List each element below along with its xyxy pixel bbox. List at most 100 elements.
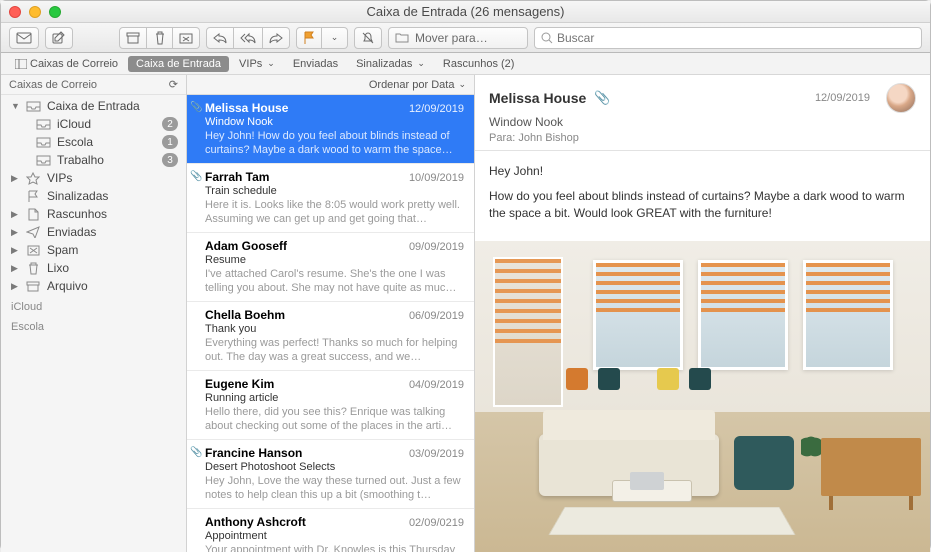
sender-avatar [886,83,916,113]
delete-button[interactable] [147,27,173,49]
sidebar-item-8[interactable]: ▶Spam [1,241,186,259]
favorites-bar: Caixas de Correio Caixa de Entrada VIPs⌄… [1,53,930,75]
compose-icon [52,31,66,45]
traffic-lights [9,6,61,18]
flag-button[interactable] [296,27,322,49]
get-mail-button[interactable] [9,27,39,49]
sort-header[interactable]: Ordenar por Data ⌄ [187,75,474,95]
archive-icon [126,32,140,44]
fav-vips[interactable]: VIPs⌄ [231,56,283,72]
sidebar-item-label: Caixa de Entrada [47,99,178,113]
reply-all-button[interactable] [234,27,263,49]
sidebar-item-7[interactable]: ▶Enviadas [1,223,186,241]
disclosure-triangle[interactable]: ▶ [11,227,19,238]
disclosure-triangle[interactable]: ▶ [11,281,19,292]
message-row[interactable]: Chella Boehm06/09/2019Thank youEverythin… [187,302,474,371]
sort-label: Ordenar por Data [369,79,455,91]
sidebar-item-1[interactable]: iCloud2 [1,115,186,133]
message-row[interactable]: Eugene Kim04/09/2019Running articleHello… [187,371,474,440]
move-to-select[interactable]: Mover para… [388,27,528,49]
sent-icon [25,225,41,239]
close-window-button[interactable] [9,6,21,18]
sidebar-icon [15,59,27,69]
sidebar-item-3[interactable]: Trabalho 3 [1,151,186,169]
message-subject: Desert Photoshoot Selects [205,461,464,473]
toolbar: ⌄ Mover para… [1,23,930,53]
message-row[interactable]: 📎Francine Hanson03/09/2019Desert Photosh… [187,440,474,509]
mute-button[interactable] [354,27,382,49]
message-date: 12/09/2019 [815,92,870,104]
inbox-icon [35,153,51,167]
sidebar-account-0[interactable]: iCloud [1,297,186,317]
message-from: Eugene Kim [205,377,274,391]
unread-badge: 3 [162,153,178,167]
search-field[interactable] [534,27,922,49]
move-to-label: Mover para… [415,31,488,45]
minimize-window-button[interactable] [29,6,41,18]
sidebar-item-label: Lixo [47,261,178,275]
main-content: Caixas de Correio ⟳ ▼Caixa de EntradaiCl… [1,75,930,552]
fav-sent[interactable]: Enviadas [285,56,346,72]
window-title: Caixa de Entrada (26 mensagens) [1,4,930,19]
flag-icon [303,31,315,45]
message-row[interactable]: Adam Gooseff09/09/2019ResumeI've attache… [187,233,474,302]
message-date: 03/09/2019 [409,448,464,460]
sidebar-item-9[interactable]: ▶ Lixo [1,259,186,277]
message-subject: Thank you [205,323,464,335]
flag-menu-button[interactable]: ⌄ [322,27,348,49]
message-row[interactable]: 📎Farrah Tam10/09/2019Train scheduleHere … [187,164,474,233]
message-subject: Running article [205,392,464,404]
fav-flagged[interactable]: Sinalizadas⌄ [348,56,433,72]
forward-button[interactable] [263,27,290,49]
sidebar-item-label: Trabalho [57,153,156,167]
archive-button[interactable] [119,27,147,49]
sidebar-item-2[interactable]: Escola1 [1,133,186,151]
chevron-down-icon: ⌄ [267,58,275,69]
message-row[interactable]: Anthony Ashcroft02/09/0219AppointmentYou… [187,509,474,552]
doc-icon [25,207,41,221]
message-body: Hey John! How do you feel about blinds i… [475,151,930,241]
unread-badge: 2 [162,117,178,131]
message-date: 09/09/2019 [409,241,464,253]
message-date: 02/09/0219 [409,517,464,529]
fav-drafts[interactable]: Rascunhos (2) [435,56,523,72]
sidebar-item-6[interactable]: ▶ Rascunhos [1,205,186,223]
disclosure-triangle[interactable]: ▶ [11,245,19,256]
sidebar-item-4[interactable]: ▶VIPs [1,169,186,187]
sidebar-item-10[interactable]: ▶ Arquivo [1,277,186,295]
message-subject: Appointment [205,530,464,542]
fav-inbox[interactable]: Caixa de Entrada [128,56,229,72]
reply-button[interactable] [206,27,234,49]
mailbox-sidebar: Caixas de Correio ⟳ ▼Caixa de EntradaiCl… [1,75,187,552]
sidebar-item-5[interactable]: Sinalizadas [1,187,186,205]
disclosure-triangle[interactable]: ▶ [11,173,19,184]
folder-icon [395,32,409,43]
sidebar-item-0[interactable]: ▼ Caixa de Entrada [1,97,186,115]
disclosure-triangle[interactable]: ▶ [11,209,19,220]
fav-mailboxes-toggle[interactable]: Caixas de Correio [7,56,126,72]
sync-icon[interactable]: ⟳ [169,78,178,91]
message-row[interactable]: 📎Melissa House12/09/2019Window NookHey J… [187,95,474,164]
compose-button[interactable] [45,27,73,49]
message-attachment-image [475,241,930,552]
attachment-icon: 📎 [190,447,202,458]
message-date: 06/09/2019 [409,310,464,322]
disclosure-triangle[interactable]: ▼ [11,101,19,111]
zoom-window-button[interactable] [49,6,61,18]
flag-group: ⌄ [296,27,348,49]
message-preview: Hey John, Love the way these turned out.… [205,474,464,502]
trash-icon [154,31,166,45]
sidebar-item-label: Arquivo [47,279,178,293]
reply-group [206,27,290,49]
sidebar-account-1[interactable]: Escola [1,317,186,337]
disclosure-triangle[interactable]: ▶ [11,263,19,274]
message-from: Melissa House [489,90,586,106]
message-from: Adam Gooseff [205,239,287,253]
message-list-pane: Ordenar por Data ⌄ 📎Melissa House12/09/2… [187,75,475,552]
junk-button[interactable] [173,27,200,49]
search-input[interactable] [557,31,915,45]
message-preview: Hello there, did you see this? Enrique w… [205,405,464,433]
reply-icon [213,32,227,44]
sidebar-item-label: Rascunhos [47,207,178,221]
archive-icon [25,279,41,293]
